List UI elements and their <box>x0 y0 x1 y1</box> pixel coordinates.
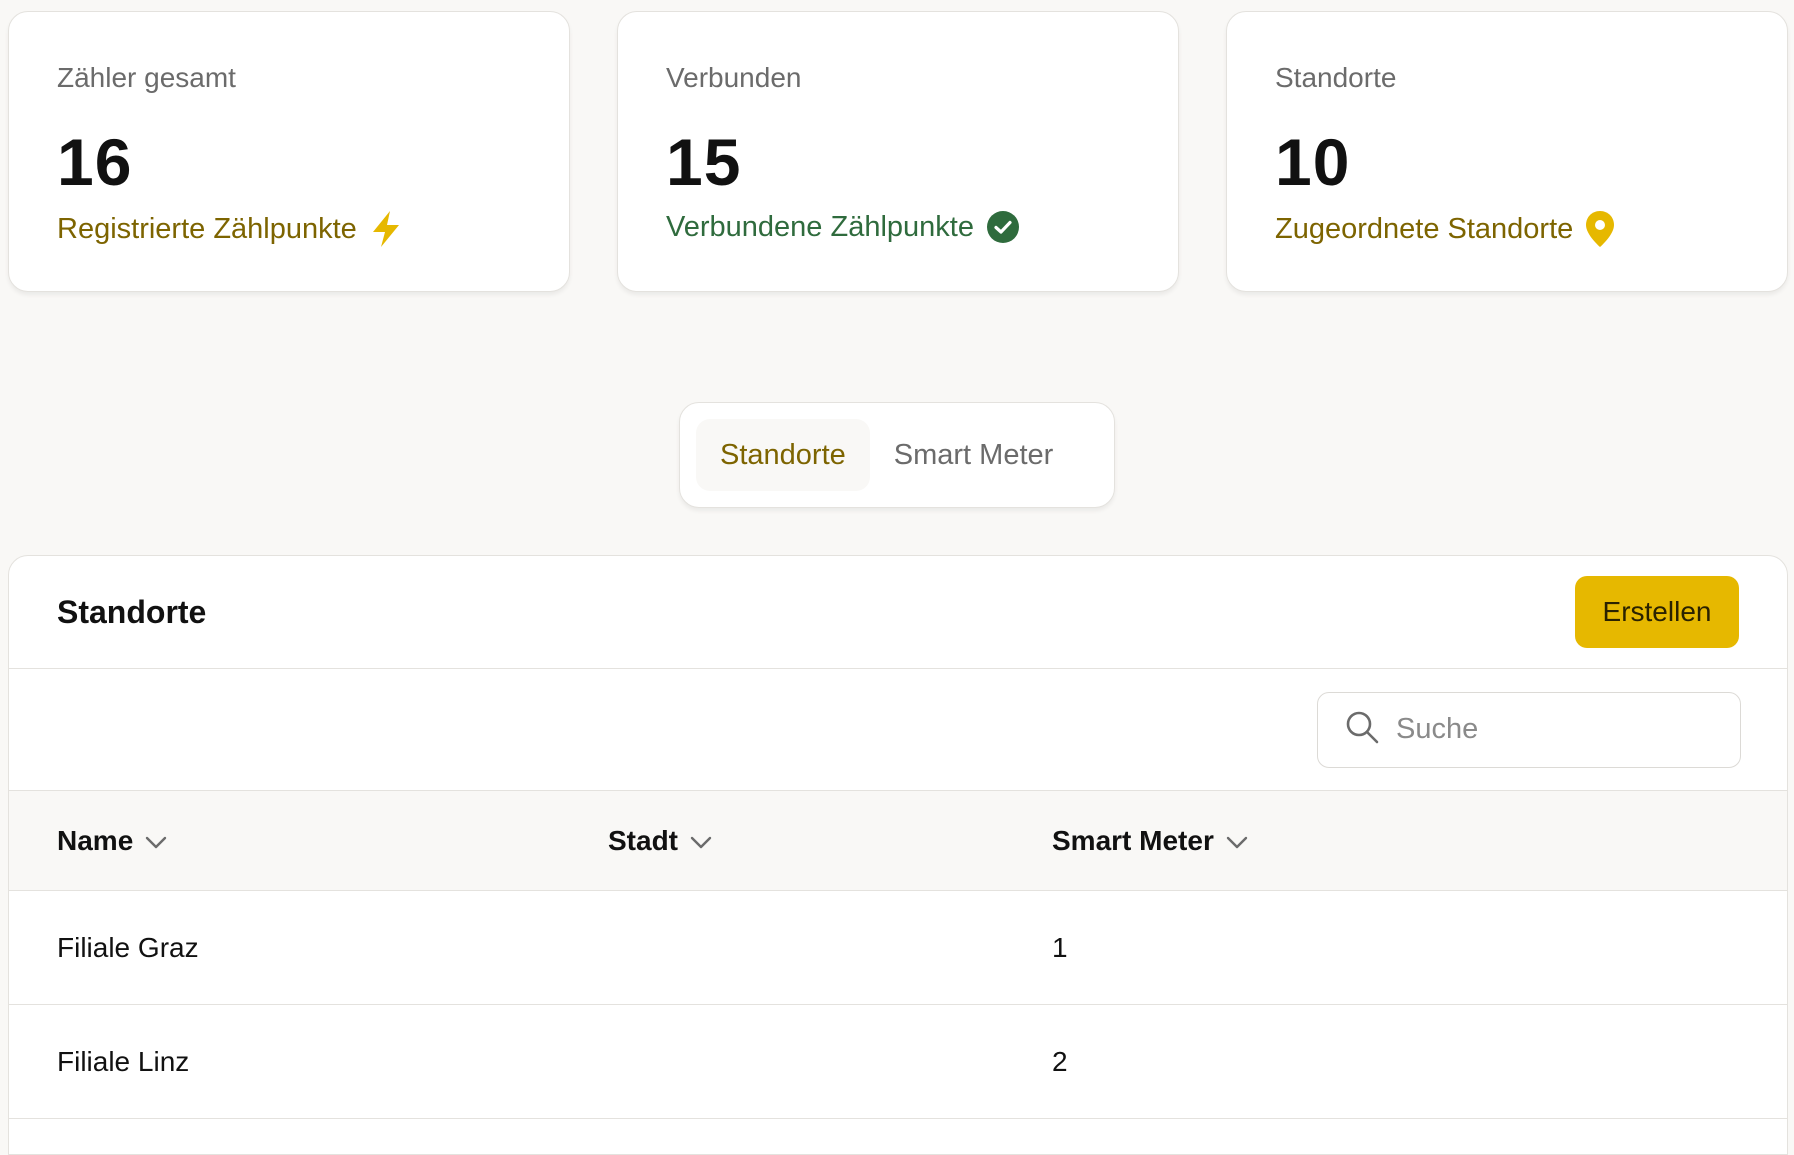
view-tabs: Standorte Smart Meter <box>679 402 1115 508</box>
stat-card-connected: Verbunden 15 Verbundene Zählpunkte <box>617 11 1179 292</box>
stat-card-locations: Standorte 10 Zugeordnete Standorte <box>1226 11 1788 292</box>
panel-header: Standorte Erstellen <box>9 556 1787 669</box>
stat-subtitle-text: Verbundene Zählpunkte <box>666 210 974 243</box>
table-row[interactable]: Filiale Linz 2 <box>9 1005 1787 1119</box>
stat-label: Zähler gesamt <box>57 62 236 93</box>
stat-value: 10 <box>1275 125 1351 199</box>
check-circle-icon <box>986 210 1020 244</box>
column-header-label: Smart Meter <box>1052 824 1214 856</box>
chevron-down-icon <box>690 825 712 857</box>
cell-smart-meter-count: 2 <box>1052 1045 1068 1077</box>
cell-name: Filiale Linz <box>57 1045 190 1077</box>
chevron-down-icon <box>1226 825 1248 857</box>
tab-smart-meter[interactable]: Smart Meter <box>870 419 1078 491</box>
stat-subtitle-text: Registrierte Zählpunkte <box>57 212 357 245</box>
stat-subtitle: Zugeordnete Standorte <box>1275 210 1615 248</box>
search-icon <box>1344 709 1380 750</box>
search-input[interactable] <box>1396 713 1696 746</box>
cell-smart-meter-count: 1 <box>1052 931 1068 963</box>
table-row[interactable]: Filiale Graz 1 <box>9 891 1787 1005</box>
column-header-stadt[interactable]: Stadt <box>608 825 712 857</box>
stats-row: Zähler gesamt 16 Registrierte Zählpunkte… <box>8 11 1788 292</box>
stat-subtitle: Verbundene Zählpunkte <box>666 210 1020 244</box>
stat-label: Verbunden <box>666 62 802 93</box>
locations-panel: Standorte Erstellen Name Stadt Smart Met… <box>8 555 1788 1155</box>
cell-name: Filiale Graz <box>57 931 199 963</box>
lightning-icon <box>369 210 403 248</box>
column-header-label: Name <box>57 824 134 856</box>
stat-value: 16 <box>57 125 133 199</box>
tab-standorte[interactable]: Standorte <box>696 419 870 491</box>
panel-title: Standorte <box>57 593 207 630</box>
stat-subtitle-text: Zugeordnete Standorte <box>1275 212 1574 245</box>
search-box[interactable] <box>1317 691 1741 768</box>
stat-card-meters-total: Zähler gesamt 16 Registrierte Zählpunkte <box>8 11 570 292</box>
column-header-smart-meter[interactable]: Smart Meter <box>1052 825 1248 857</box>
stat-subtitle: Registrierte Zählpunkte <box>57 210 403 248</box>
column-header-label: Stadt <box>608 824 678 856</box>
column-header-name[interactable]: Name <box>57 825 167 857</box>
map-pin-icon <box>1585 210 1615 248</box>
table-toolbar <box>9 669 1787 791</box>
create-button[interactable]: Erstellen <box>1575 576 1739 648</box>
chevron-down-icon <box>145 825 167 857</box>
stat-label: Standorte <box>1275 62 1397 93</box>
table-header: Name Stadt Smart Meter <box>9 791 1787 891</box>
stat-value: 15 <box>666 125 742 199</box>
